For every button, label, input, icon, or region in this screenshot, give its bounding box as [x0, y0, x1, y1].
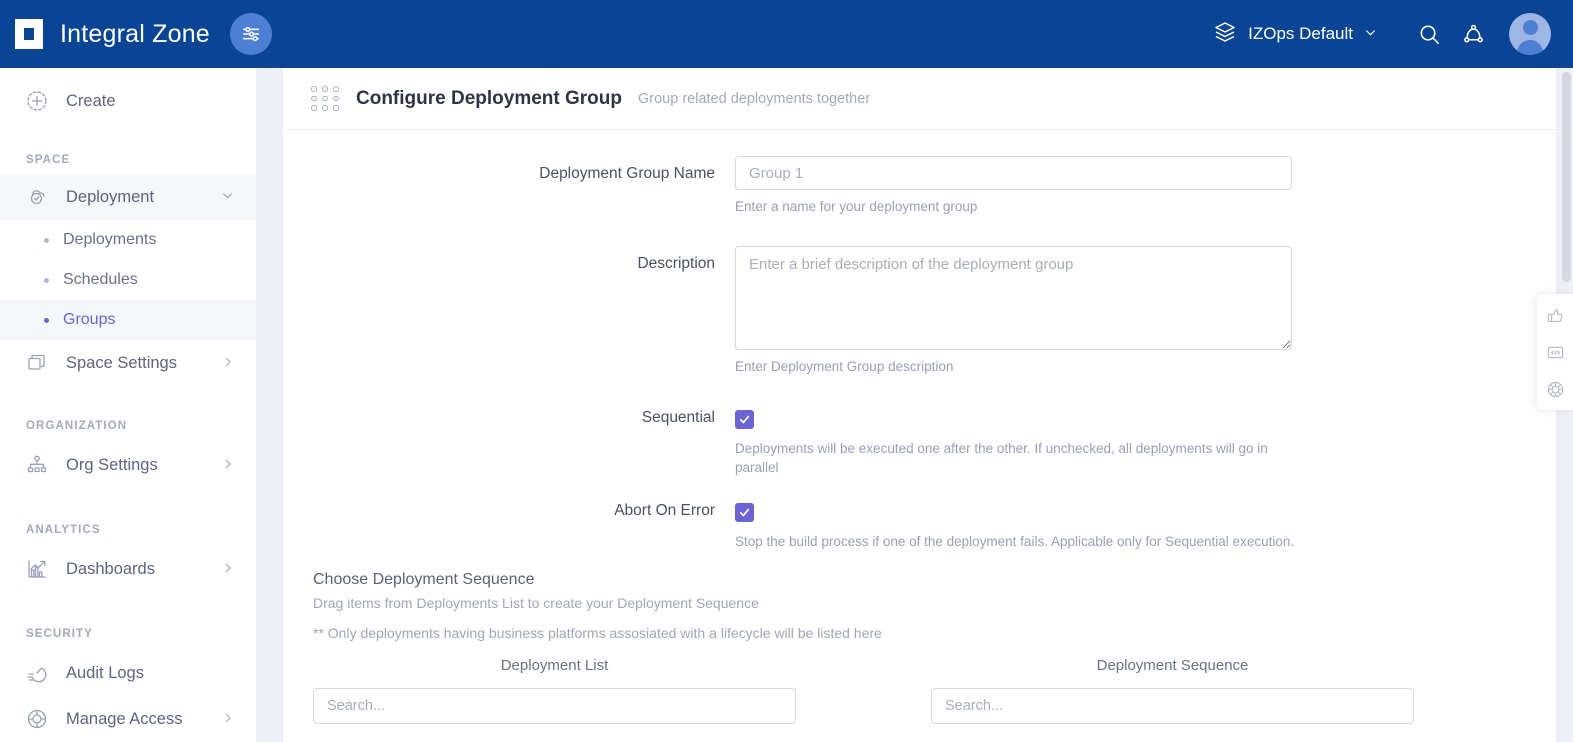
name-field-label: Deployment Group Name	[539, 165, 715, 182]
abort-on-error-checkbox[interactable]	[735, 502, 754, 522]
sequential-checkbox[interactable]	[735, 410, 754, 430]
page-header: Configure Deployment Group Group related…	[283, 68, 1556, 130]
audit-stopwatch-icon	[24, 660, 50, 686]
bullet-icon	[44, 237, 49, 243]
abort-on-error-hint: Stop the build process if one of the dep…	[735, 533, 1295, 549]
sidebar-item-deployment[interactable]: Deployment	[0, 174, 256, 220]
deployment-sequence-search-input[interactable]	[931, 688, 1414, 725]
sidebar-item-space-settings[interactable]: Space Settings	[0, 340, 256, 386]
page-scrollbar-thumb[interactable]	[1562, 72, 1571, 282]
sidebar: Create SPACE Deployment Deployments Sche…	[0, 68, 256, 742]
sequence-columns: Deployment List Deployment Sequence	[283, 657, 1556, 725]
search-icon[interactable]	[1407, 12, 1451, 56]
chevron-down-icon	[221, 188, 234, 207]
integral-zone-logo-icon	[14, 19, 48, 49]
sidebar-group-title-analytics: ANALYTICS	[26, 524, 101, 536]
dot-grid-icon	[311, 86, 340, 111]
form-row-sequential: Sequential Deployments will be executed …	[283, 408, 1556, 476]
sidebar-item-label: Create	[66, 91, 116, 110]
space-switcher-label: IZOps Default	[1248, 24, 1353, 43]
sidebar-item-label: Audit Logs	[66, 663, 144, 682]
thumbs-up-icon[interactable]	[1545, 305, 1565, 325]
deployment-list-heading: Deployment List	[500, 657, 609, 675]
layers-icon	[1213, 20, 1237, 49]
topbar-right-controls: IZOps Default	[1213, 12, 1573, 56]
sidebar-subitem-label: Deployments	[63, 231, 157, 248]
brand-name: Integral Zone	[60, 19, 210, 48]
sidebar-item-label: Dashboards	[66, 559, 155, 578]
sliders-icon[interactable]	[229, 13, 272, 55]
chevron-right-icon	[222, 560, 234, 579]
target-circle-icon[interactable]	[1545, 379, 1565, 399]
sidebar-group-title-space: SPACE	[26, 154, 71, 166]
sequence-section-subtitle: Drag items from Deployments List to crea…	[313, 595, 759, 612]
description-field-label: Description	[637, 255, 715, 273]
deployment-group-name-input[interactable]	[735, 156, 1292, 190]
floating-action-widget	[1537, 294, 1573, 410]
main-content-panel: Configure Deployment Group Group related…	[283, 68, 1556, 742]
share-nodes-icon[interactable]	[1451, 12, 1495, 56]
sidebar-subitem-label: Groups	[63, 311, 116, 328]
chart-line-icon	[24, 556, 50, 582]
bullet-icon	[44, 317, 49, 323]
form-row-description: Description Enter Deployment Group descr…	[283, 246, 1556, 376]
cloud-check-icon	[24, 184, 50, 210]
sidebar-item-label: Org Settings	[66, 455, 158, 474]
sidebar-item-label: Space Settings	[66, 353, 177, 372]
deployment-list-search-input[interactable]	[313, 688, 796, 725]
description-textarea[interactable]	[735, 246, 1292, 351]
page-subtitle: Group related deployments together	[638, 90, 871, 107]
sidebar-item-groups[interactable]: Groups	[0, 300, 256, 340]
chevron-right-icon	[222, 710, 234, 729]
sidebar-group-title-organization: ORGANIZATION	[26, 420, 128, 432]
org-chart-icon	[24, 452, 50, 478]
plus-circle-icon	[24, 88, 50, 114]
description-field-hint: Enter Deployment Group description	[735, 359, 954, 375]
sidebar-item-org-settings[interactable]: Org Settings	[0, 442, 256, 488]
sidebar-item-manage-access[interactable]: Manage Access	[0, 696, 256, 742]
sequential-label: Sequential	[641, 409, 715, 427]
code-embed-icon[interactable]	[1545, 342, 1565, 362]
sidebar-item-audit-logs[interactable]: Audit Logs	[0, 650, 256, 696]
deployment-group-form: Deployment Group Name Enter a name for y…	[283, 130, 1556, 725]
sidebar-item-deployments[interactable]: Deployments	[0, 220, 256, 260]
page-title: Configure Deployment Group	[356, 87, 622, 109]
deployment-sequence-column: Deployment Sequence	[931, 657, 1414, 725]
bullet-icon	[44, 277, 49, 283]
form-row-name: Deployment Group Name Enter a name for y…	[283, 156, 1556, 216]
sidebar-item-create[interactable]: Create	[0, 80, 256, 122]
sidebar-item-label: Manage Access	[66, 709, 183, 728]
brand[interactable]: Integral Zone	[0, 19, 210, 49]
sidebar-item-schedules[interactable]: Schedules	[0, 260, 256, 300]
layers-stack-icon	[24, 350, 50, 376]
sequence-section-note: ** Only deployments having business plat…	[313, 625, 882, 642]
deployment-list-column: Deployment List	[313, 657, 796, 725]
abort-on-error-label: Abort On Error	[614, 501, 715, 519]
space-switcher[interactable]: IZOps Default	[1213, 20, 1377, 49]
user-avatar[interactable]	[1509, 13, 1551, 55]
top-navigation-bar: Integral Zone IZOps Default	[0, 0, 1573, 68]
sidebar-item-label: Deployment	[66, 187, 155, 206]
chevron-right-icon	[222, 354, 234, 373]
sequence-section-title: Choose Deployment Sequence	[313, 571, 535, 589]
chevron-right-icon	[222, 456, 234, 475]
deployment-sequence-section: Choose Deployment Sequence Drag items fr…	[283, 571, 1556, 641]
deployment-sequence-heading: Deployment Sequence	[1096, 657, 1249, 675]
sequential-hint: Deployments will be executed one after t…	[735, 441, 1268, 475]
sidebar-item-dashboards[interactable]: Dashboards	[0, 546, 256, 592]
form-row-abort-on-error: Abort On Error Stop the build process if…	[283, 501, 1556, 551]
chevron-down-icon	[1364, 24, 1377, 44]
sidebar-subitem-label: Schedules	[63, 271, 138, 288]
sidebar-group-title-security: SECURITY	[26, 628, 93, 640]
access-shield-icon	[24, 706, 50, 732]
name-field-hint: Enter a name for your deployment group	[735, 199, 978, 214]
